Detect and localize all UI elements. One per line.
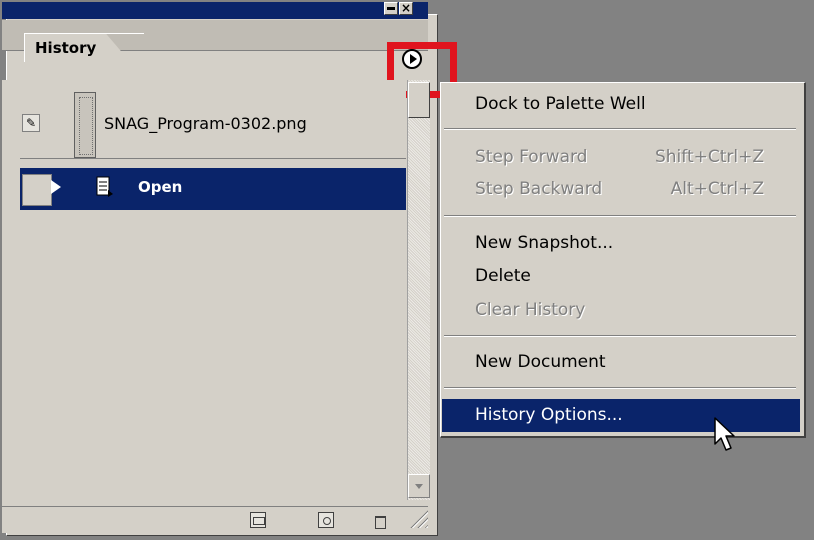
vertical-scrollbar[interactable] bbox=[407, 80, 430, 500]
menu-item-delete[interactable]: Delete bbox=[442, 261, 800, 291]
snapshot-name: SNAG_Program-0302.png bbox=[104, 114, 307, 133]
menu-item-label: New Document bbox=[475, 352, 606, 372]
history-source-checkbox[interactable] bbox=[22, 174, 52, 206]
tab-highlight-edge bbox=[24, 33, 144, 34]
minimize-icon[interactable] bbox=[384, 2, 398, 15]
scrollbar-thumb[interactable] bbox=[408, 82, 430, 118]
menu-item-dock-to-palette-well[interactable]: Dock to Palette Well bbox=[442, 89, 800, 119]
menu-item-new-snapshot[interactable]: New Snapshot... bbox=[442, 228, 800, 258]
menu-item-label: Dock to Palette Well bbox=[475, 94, 646, 114]
palette-bottom-bar bbox=[2, 506, 428, 533]
scroll-down-button[interactable] bbox=[408, 474, 430, 498]
palette-titlebar[interactable] bbox=[2, 2, 428, 19]
brush-icon[interactable]: ✎ bbox=[22, 114, 40, 132]
menu-separator bbox=[444, 215, 796, 217]
menu-item-shortcut: Alt+Ctrl+Z bbox=[670, 179, 764, 199]
menu-separator bbox=[444, 387, 796, 389]
history-state-label: Open bbox=[138, 178, 183, 196]
menu-item-clear-history[interactable]: Clear History bbox=[442, 295, 800, 325]
menu-item-label: Clear History bbox=[475, 300, 586, 320]
menu-item-label: New Snapshot... bbox=[475, 233, 614, 253]
camera-icon[interactable] bbox=[318, 512, 334, 528]
menu-item-label: History Options... bbox=[475, 405, 623, 425]
menu-item-step-backward[interactable]: Step Backward Alt+Ctrl+Z bbox=[442, 174, 800, 204]
menu-item-label: Step Backward bbox=[475, 179, 603, 199]
menu-item-history-options[interactable]: History Options... bbox=[442, 399, 800, 432]
menu-separator bbox=[444, 128, 796, 130]
menu-item-step-forward[interactable]: Step Forward Shift+Ctrl+Z bbox=[442, 142, 800, 172]
menu-item-new-document[interactable]: New Document bbox=[442, 347, 800, 377]
menu-separator bbox=[444, 335, 796, 337]
mouse-pointer-icon bbox=[714, 417, 735, 451]
snapshot-thumbnail[interactable] bbox=[74, 92, 96, 158]
palette-flyout-menu bbox=[440, 82, 806, 438]
close-icon[interactable]: × bbox=[399, 2, 413, 15]
history-state-icon bbox=[96, 176, 113, 197]
new-document-icon[interactable] bbox=[250, 512, 266, 528]
state-pointer-icon bbox=[51, 180, 61, 194]
menu-item-shortcut: Shift+Ctrl+Z bbox=[654, 147, 764, 167]
trash-icon[interactable] bbox=[372, 512, 388, 529]
menu-item-label: Delete bbox=[475, 266, 531, 286]
history-state-row[interactable] bbox=[20, 168, 406, 210]
menu-item-label: Step Forward bbox=[475, 147, 588, 167]
